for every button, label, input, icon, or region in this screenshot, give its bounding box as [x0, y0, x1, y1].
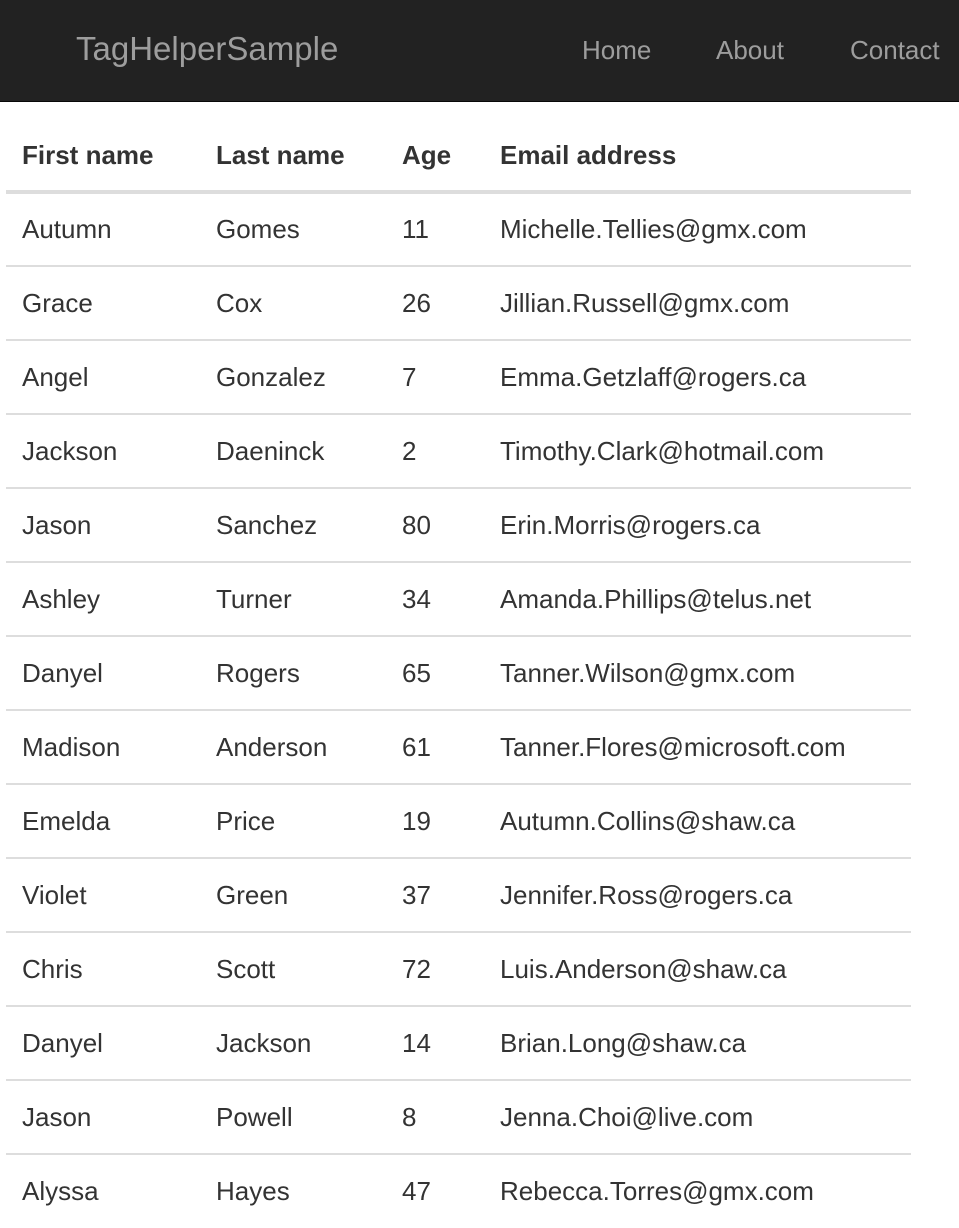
cell-email: Amanda.Phillips@telus.net: [484, 562, 911, 637]
table-row: Jason Powell 8 Jenna.Choi@live.com: [6, 1080, 911, 1155]
nav-link-contact[interactable]: Contact: [850, 33, 940, 67]
cell-last-name: Cox: [200, 266, 386, 341]
cell-last-name: Turner: [200, 562, 386, 637]
cell-email: Rebecca.Torres@gmx.com: [500, 1176, 814, 1206]
cell-age: 2: [386, 414, 484, 489]
cell-email: Tanner.Flores@microsoft.com: [484, 710, 911, 785]
cell-last-name: Rogers: [200, 636, 386, 711]
cell-age: 80: [386, 488, 484, 563]
table-row: Alyssa Hayes 47 Rebecca.Torres@gmx.com: [6, 1154, 911, 1228]
table-body: Autumn Gomes 11 Michelle.Tellies@gmx.com Gra…: [6, 192, 911, 1228]
table-row: Violet Green 37 Jennifer.Ross@rogers.ca: [6, 858, 911, 933]
cell-age: 8: [386, 1080, 484, 1155]
cell-last-name: Anderson: [200, 710, 386, 785]
cell-age: 7: [386, 340, 484, 415]
cell-age: 61: [386, 710, 484, 785]
cell-age: 19: [386, 784, 484, 859]
cell-last-name: Powell: [200, 1080, 386, 1155]
table-row: Autumn Gomes 11 Michelle.Tellies@gmx.com: [6, 192, 911, 267]
table-row: Madison Anderson 61 Tanner.Flores@microsoft…: [6, 710, 911, 785]
cell-email: Jillian.Russell@gmx.com: [484, 266, 911, 341]
cell-email: Jennifer.Ross@rogers.ca: [484, 858, 911, 933]
cell-first-name: Chris: [6, 932, 200, 1007]
cell-last-name: Sanchez: [200, 488, 386, 563]
table-row: Danyel Jackson 14 Brian.Long@shaw.ca: [6, 1006, 911, 1081]
cell-first-name: Danyel: [6, 1006, 200, 1081]
cell-last-name: Gomes: [200, 192, 386, 267]
cell-age: 11: [386, 192, 484, 267]
cell-age: 72: [386, 932, 484, 1007]
cell-first-name: Violet: [6, 858, 200, 933]
cell-first-name: Grace: [6, 266, 200, 341]
cell-email: Michelle.Tellies@gmx.com: [484, 192, 911, 267]
table-header-row: First name Last name Age Email address: [6, 120, 911, 194]
column-header-email: Email address: [484, 120, 911, 194]
cell-last-name: Hayes: [216, 1176, 290, 1206]
brand-link[interactable]: TagHelperSample: [76, 27, 338, 71]
cell-last-name: Gonzalez: [200, 340, 386, 415]
cell-last-name: Price: [200, 784, 386, 859]
cell-email: Brian.Long@shaw.ca: [484, 1006, 911, 1081]
cell-first-name: Ashley: [6, 562, 200, 637]
nav-link-about[interactable]: About: [716, 33, 784, 67]
cell-first-name: Autumn: [6, 192, 200, 267]
cell-age: 47: [402, 1176, 431, 1206]
column-header-last-name: Last name: [200, 120, 386, 194]
cell-first-name: Madison: [6, 710, 200, 785]
column-header-age: Age: [386, 120, 484, 194]
table-row: Jason Sanchez 80 Erin.Morris@rogers.ca: [6, 488, 911, 563]
cell-email: Jenna.Choi@live.com: [484, 1080, 911, 1155]
table-row: Emelda Price 19 Autumn.Collins@shaw.ca: [6, 784, 911, 859]
cell-age: 34: [386, 562, 484, 637]
cell-age: 26: [386, 266, 484, 341]
cell-email: Emma.Getzlaff@rogers.ca: [484, 340, 911, 415]
nav-link-home[interactable]: Home: [582, 33, 651, 67]
cell-email: Tanner.Wilson@gmx.com: [484, 636, 911, 711]
cell-email: Luis.Anderson@shaw.ca: [484, 932, 911, 1007]
table-row: Angel Gonzalez 7 Emma.Getzlaff@rogers.ca: [6, 340, 911, 415]
cell-last-name: Jackson: [200, 1006, 386, 1081]
table-row: Jackson Daeninck 2 Timothy.Clark@hotmail.co…: [6, 414, 911, 489]
people-table: First name Last name Age Email address A…: [6, 120, 911, 1228]
cell-first-name: Jason: [6, 488, 200, 563]
cell-first-name: Angel: [6, 340, 200, 415]
table-row: Ashley Turner 34 Amanda.Phillips@telus.net: [6, 562, 911, 637]
cell-first-name: Alyssa: [22, 1176, 99, 1206]
cell-first-name: Danyel: [6, 636, 200, 711]
cell-last-name: Daeninck: [200, 414, 386, 489]
cell-email: Erin.Morris@rogers.ca: [484, 488, 911, 563]
cell-age: 65: [386, 636, 484, 711]
cell-first-name: Jason: [6, 1080, 200, 1155]
cell-age: 37: [386, 858, 484, 933]
table-row: Danyel Rogers 65 Tanner.Wilson@gmx.com: [6, 636, 911, 711]
cell-last-name: Scott: [200, 932, 386, 1007]
cell-last-name: Green: [200, 858, 386, 933]
table-row: Chris Scott 72 Luis.Anderson@shaw.ca: [6, 932, 911, 1007]
table-row: Grace Cox 26 Jillian.Russell@gmx.com: [6, 266, 911, 341]
navbar: TagHelperSample Home About Contact: [0, 0, 959, 102]
column-header-first-name: First name: [6, 120, 200, 194]
cell-email: Autumn.Collins@shaw.ca: [484, 784, 911, 859]
cell-email: Timothy.Clark@hotmail.com: [484, 414, 911, 489]
cell-first-name: Emelda: [6, 784, 200, 859]
cell-age: 14: [386, 1006, 484, 1081]
cell-first-name: Jackson: [6, 414, 200, 489]
